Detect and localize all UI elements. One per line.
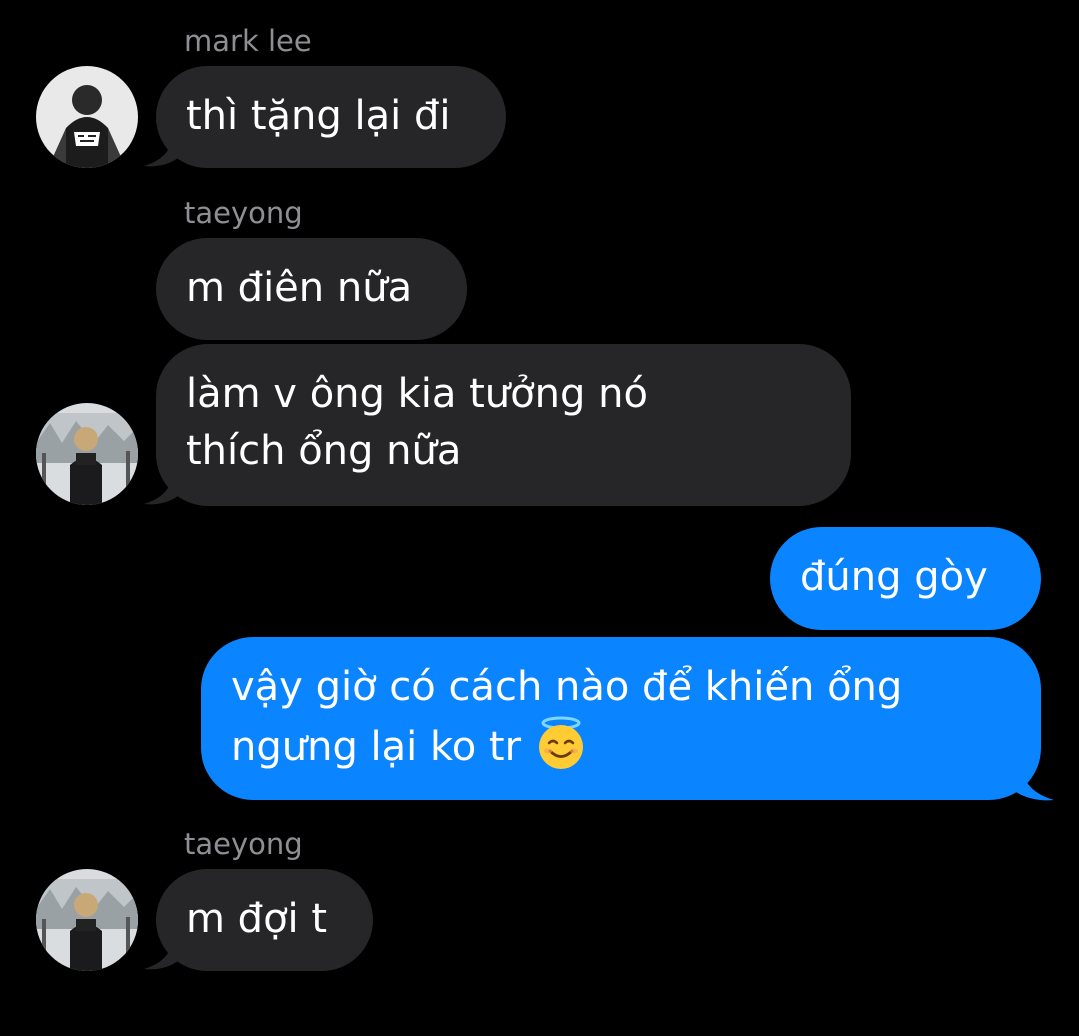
incoming-message-bubble[interactable]: m điên nữa: [156, 238, 467, 340]
taeyong-avatar[interactable]: [36, 403, 138, 505]
bubble-tail-outgoing: [1016, 770, 1054, 801]
bubble-tail-incoming: [144, 941, 178, 970]
incoming-message-bubble[interactable]: m đợi t: [156, 869, 373, 971]
message-text: thì tặng lại đi: [186, 93, 451, 139]
mark-lee-avatar[interactable]: [36, 66, 138, 168]
message-text-line-1: làm v ông kia tưởng nó: [186, 371, 648, 417]
message-text: m điên nữa: [186, 265, 413, 311]
incoming-message-bubble[interactable]: thì tặng lại đi: [156, 66, 506, 168]
message-text-line-2: thích ổng nữa: [186, 428, 462, 474]
sender-name-mark-lee: mark lee: [184, 24, 312, 58]
outgoing-message-bubble[interactable]: đúng gòy: [770, 527, 1041, 630]
sender-name-taeyong: taeyong: [184, 196, 303, 230]
bubble-tail-incoming: [144, 138, 178, 167]
message-text-line-2: ngưng lại ko tr: [231, 716, 1011, 776]
incoming-message-bubble[interactable]: làm v ông kia tưởng nó thích ổng nữa: [156, 344, 851, 506]
message-text: m đợi t: [186, 896, 328, 942]
message-text-line-1: vậy giờ có cách nào để khiến ổng: [231, 664, 903, 710]
taeyong-avatar[interactable]: [36, 869, 138, 971]
outgoing-message-bubble[interactable]: vậy giờ có cách nào để khiến ổng ngưng l…: [201, 637, 1041, 800]
message-text: đúng gòy: [800, 554, 988, 600]
smiling-face-with-halo-emoji: [538, 716, 583, 769]
message-text: ngưng lại ko tr: [231, 724, 522, 770]
sender-name-taeyong: taeyong: [184, 827, 303, 861]
bubble-tail-incoming: [144, 476, 178, 505]
